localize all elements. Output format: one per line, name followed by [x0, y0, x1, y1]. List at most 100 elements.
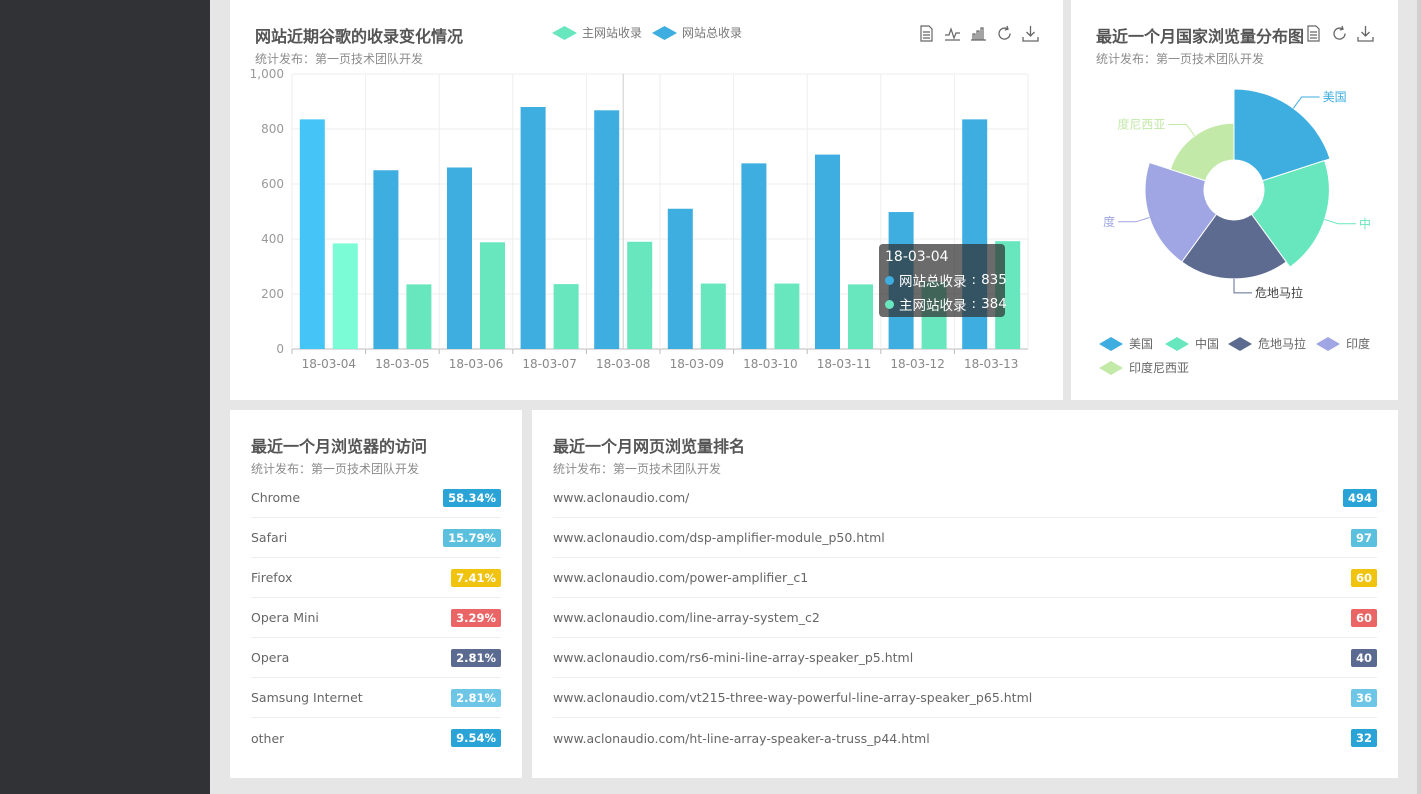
value-badge: 97	[1350, 528, 1377, 547]
bar-main	[406, 284, 432, 349]
value-badge: 3.29%	[451, 608, 501, 627]
list-item-label: Firefox	[251, 570, 293, 585]
list-item[interactable]: www.aclonaudio.com/dsp-amplifier-module_…	[553, 518, 1377, 558]
tooltip-dot	[885, 299, 894, 309]
x-tick-label: 18-03-07	[522, 357, 576, 371]
bar-main	[480, 242, 505, 349]
browser-card: 最近一个月浏览器的访问 统计发布：第一页技术团队开发 Chrome 58.34% S…	[230, 410, 522, 778]
list-item-label: www.aclonaudio.com/line-array-system_c2	[553, 610, 820, 625]
tooltip-colon: :	[971, 296, 977, 312]
bar-chart-icon[interactable]	[970, 25, 987, 42]
value-badge: 40	[1350, 648, 1377, 667]
value-badge: 60	[1350, 568, 1377, 587]
card-title: 网站近期谷歌的收录变化情况	[255, 27, 464, 46]
y-tick-label: 200	[261, 287, 284, 301]
tooltip-row: 网站总收录: 835	[885, 270, 1007, 290]
pie-slice	[1169, 122, 1235, 182]
list-item-label: www.aclonaudio.com/ht-line-array-speaker…	[553, 730, 930, 746]
list-item[interactable]: www.aclonaudio.com/ht-line-array-speaker…	[553, 718, 1377, 758]
list-item[interactable]: Opera Mini 3.29%	[251, 598, 501, 638]
value-badge: 7.41%	[451, 568, 501, 587]
legend-swatch	[1228, 337, 1252, 351]
legend-swatch	[1316, 337, 1340, 351]
list-item[interactable]: www.aclonaudio.com/line-array-system_c2 6…	[553, 598, 1377, 638]
list-item-label: Opera Mini	[251, 610, 319, 625]
x-tick-label: 18-03-06	[449, 357, 503, 371]
line-chart-icon[interactable]	[944, 25, 961, 42]
card-title: 最近一个月浏览器的访问	[251, 437, 428, 456]
legend-label: 美国	[1129, 337, 1153, 351]
list-item[interactable]: Opera 2.81%	[251, 638, 501, 678]
x-tick-label: 18-03-13	[964, 357, 1018, 371]
bar-total	[520, 107, 546, 349]
y-tick-label: 600	[261, 177, 284, 191]
y-tick-label: 400	[261, 232, 284, 246]
chart-tooltip: 18-03-04 网站总收录: 835 主网站收录: 384	[879, 244, 1007, 317]
legend-label: 危地马拉	[1258, 336, 1306, 351]
page-ranking-list: www.aclonaudio.com/494 www.aclonaudio.com…	[553, 478, 1377, 758]
data-view-icon[interactable]	[918, 25, 935, 42]
list-item[interactable]: Chrome 58.34%	[251, 478, 501, 518]
legend-symbol	[652, 25, 678, 40]
sidebar	[0, 0, 210, 794]
tooltip-value: 384	[981, 296, 1007, 312]
slice-label: 危地马拉	[1255, 285, 1303, 300]
legend-item-total[interactable]: 网站总收录	[652, 24, 742, 41]
list-item-label: www.aclonaudio.com/vt215-three-way-power…	[553, 690, 1033, 705]
chart-toolbar	[918, 25, 1039, 42]
page-ranking-card: 最近一个月网页浏览量排名 统计发布：第一页技术团队开发 www.aclonaud…	[532, 410, 1398, 778]
bar-total	[299, 119, 325, 349]
list-item[interactable]: www.aclonaudio.com/494	[553, 478, 1377, 518]
download-icon[interactable]	[1022, 25, 1039, 42]
list-item[interactable]: Firefox 7.41%	[251, 558, 501, 598]
legend-swatch	[1099, 337, 1123, 351]
browser-list: Chrome 58.34% Safari 15.79% Firefox 7.41% Oper…	[251, 478, 501, 758]
tooltip-value: 835	[981, 272, 1007, 288]
slice-label: 度尼西亚	[1117, 117, 1165, 132]
bar-main	[848, 284, 873, 349]
list-item-label: www.aclonaudio.com/power-amplifier_c1	[553, 570, 809, 585]
x-tick-label: 18-03-05	[375, 357, 429, 371]
slice-label-line	[1118, 217, 1150, 223]
card-subtitle: 统计发布：第一页技术团队开发	[251, 462, 420, 476]
legend-swatch	[1099, 361, 1123, 375]
list-item-label: Opera	[251, 650, 290, 665]
legend-label: 主网站收录	[582, 26, 643, 40]
value-badge: 15.79%	[443, 528, 501, 547]
legend-label: 印度	[1346, 336, 1370, 351]
x-tick-label: 18-03-10	[743, 357, 797, 371]
legend-label: 印度尼西亚	[1129, 360, 1189, 375]
slice-label-line	[1233, 278, 1252, 294]
indexing-chart-card: 网站近期谷歌的收录变化情况 统计发布：第一页技术团队开发 主网站收录 网站总收录…	[230, 0, 1063, 400]
x-tick-label: 18-03-09	[670, 357, 724, 371]
tooltip-series-name: 网站总收录	[899, 274, 967, 290]
tooltip-dot	[885, 275, 894, 285]
slice-label: 度	[1103, 214, 1115, 229]
list-item-label: Safari	[251, 530, 288, 545]
list-item[interactable]: www.aclonaudio.com/rs6-mini-line-array-s…	[553, 638, 1377, 678]
slice-label: 中	[1359, 216, 1371, 231]
list-item-label: www.aclonaudio.com/	[553, 490, 690, 505]
value-badge: 2.81%	[451, 648, 501, 667]
legend-label: 网站总收录	[682, 26, 743, 40]
country-rose-chart: 美国中危地马拉度度尼西亚美国 中国 危地马拉 印度印度尼西亚	[1099, 88, 1371, 375]
refresh-icon[interactable]	[996, 25, 1013, 42]
card-subtitle: 统计发布：第一页技术团队开发	[553, 462, 722, 476]
list-item[interactable]: Samsung Internet 2.81%	[251, 678, 501, 718]
bar-total	[741, 163, 767, 349]
value-badge: 60	[1350, 608, 1377, 627]
legend-swatch	[652, 25, 678, 40]
bar-total	[373, 170, 399, 349]
x-tick-label: 18-03-12	[890, 357, 944, 371]
list-item[interactable]: Safari 15.79%	[251, 518, 501, 558]
list-item[interactable]: other 9.54%	[251, 718, 501, 758]
bar-total	[667, 208, 693, 349]
card-title: 最近一个月网页浏览量排名	[553, 437, 746, 456]
page-scrollbar[interactable]	[1417, 0, 1421, 794]
bar-total	[815, 154, 840, 349]
bar-main	[700, 283, 726, 349]
list-item[interactable]: www.aclonaudio.com/vt215-three-way-power…	[553, 678, 1377, 718]
list-item[interactable]: www.aclonaudio.com/power-amplifier_c1 60	[553, 558, 1377, 598]
legend-item-main-site[interactable]: 主网站收录	[552, 24, 642, 41]
country-chart-card: 最近一个月国家浏览量分布图 统计发布：第一页技术团队开发 美国中危地马拉度度尼西…	[1071, 0, 1398, 400]
